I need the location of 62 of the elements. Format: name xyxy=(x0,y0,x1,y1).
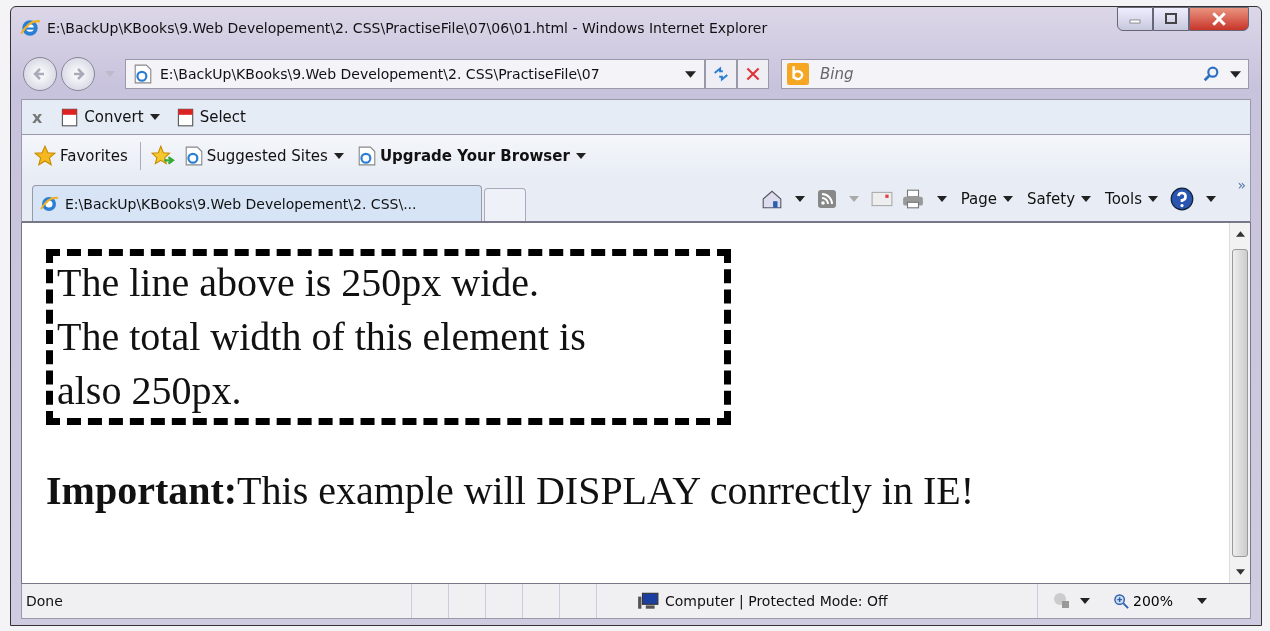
bing-logo-icon xyxy=(787,63,809,85)
zone-text: Computer | Protected Mode: Off xyxy=(665,593,888,609)
maximize-icon xyxy=(1164,13,1178,25)
caret-icon[interactable] xyxy=(1003,196,1014,202)
search-field[interactable]: Bing xyxy=(781,59,1249,89)
scrollbar-thumb[interactable] xyxy=(1232,249,1248,557)
star-icon xyxy=(34,145,56,167)
note-text: Important:This example will DISPLAY conrrectly in IE! xyxy=(46,467,975,514)
caret-icon[interactable] xyxy=(794,196,805,202)
favorites-link[interactable]: Upgrade Your Browser xyxy=(355,146,572,166)
browser-tab[interactable]: E:\BackUp\KBooks\9.Web Developement\2. CSS\... xyxy=(32,185,482,221)
page-icon xyxy=(357,146,376,166)
maximize-button[interactable] xyxy=(1153,7,1189,31)
status-text: Done xyxy=(25,593,64,609)
caret-icon[interactable] xyxy=(1081,196,1092,202)
stop-button[interactable] xyxy=(737,59,769,89)
caret-icon[interactable] xyxy=(149,114,160,120)
toolbar-button[interactable]: Select xyxy=(171,106,248,128)
refresh-icon xyxy=(712,65,730,83)
caret-icon[interactable] xyxy=(1148,196,1158,202)
printer-icon[interactable] xyxy=(900,188,925,210)
command-menu[interactable]: Safety xyxy=(1025,190,1078,208)
toolbar-button[interactable]: Convert xyxy=(56,106,146,128)
caret-icon[interactable] xyxy=(1080,598,1090,604)
caret-icon[interactable] xyxy=(685,70,696,78)
paragraph-line: The total width of this element is xyxy=(57,313,587,361)
paragraph-line: also 250px. xyxy=(57,367,243,415)
caret-icon[interactable] xyxy=(333,153,344,159)
zoom-button[interactable]: 200% xyxy=(1133,593,1174,609)
paragraph-line: The line above is 250px wide. xyxy=(57,259,541,307)
help-icon[interactable] xyxy=(1170,187,1194,211)
caret-icon[interactable] xyxy=(1206,196,1216,202)
scroll-down-icon[interactable] xyxy=(1235,569,1245,575)
window-title: E:\BackUp\KBooks\9.Web Developement\2. CSS\PractiseFile\07\06\01.html - Windows Internet Explorer xyxy=(47,20,769,36)
caret-icon[interactable] xyxy=(1197,598,1208,604)
more-chevron[interactable]: » xyxy=(1237,177,1246,193)
favorites-link[interactable]: Suggested Sites xyxy=(182,146,330,166)
close-toolbar-button[interactable]: x xyxy=(32,107,43,127)
close-button[interactable] xyxy=(1189,7,1249,31)
page-icon xyxy=(184,146,203,166)
add-favorite-icon[interactable] xyxy=(150,145,175,167)
caret-icon[interactable] xyxy=(936,196,947,202)
back-button[interactable] xyxy=(23,57,57,91)
caret-icon[interactable] xyxy=(1230,70,1241,78)
page-icon xyxy=(134,64,152,84)
close-icon xyxy=(1211,12,1227,26)
refresh-button[interactable] xyxy=(705,59,737,89)
forward-button[interactable] xyxy=(61,57,95,91)
caret-icon[interactable] xyxy=(575,153,586,159)
ie-logo-icon xyxy=(19,17,41,39)
scroll-up-icon[interactable] xyxy=(1235,231,1245,237)
stop-icon xyxy=(745,66,761,82)
home-icon[interactable] xyxy=(760,188,783,210)
search-icon[interactable] xyxy=(1202,65,1220,83)
address-field[interactable]: E:\BackUp\KBooks\9.Web Developement\2. CSS\PractiseFile\07 xyxy=(125,59,705,89)
rss-feed-icon[interactable] xyxy=(816,189,837,209)
command-menu[interactable]: Tools xyxy=(1103,190,1144,208)
minimize-button[interactable] xyxy=(1117,7,1153,31)
favorites-button[interactable]: Favorites xyxy=(32,145,130,167)
computer-icon xyxy=(637,592,659,610)
zoom-icon[interactable] xyxy=(1114,593,1129,609)
command-menu[interactable]: Page xyxy=(958,190,1000,208)
